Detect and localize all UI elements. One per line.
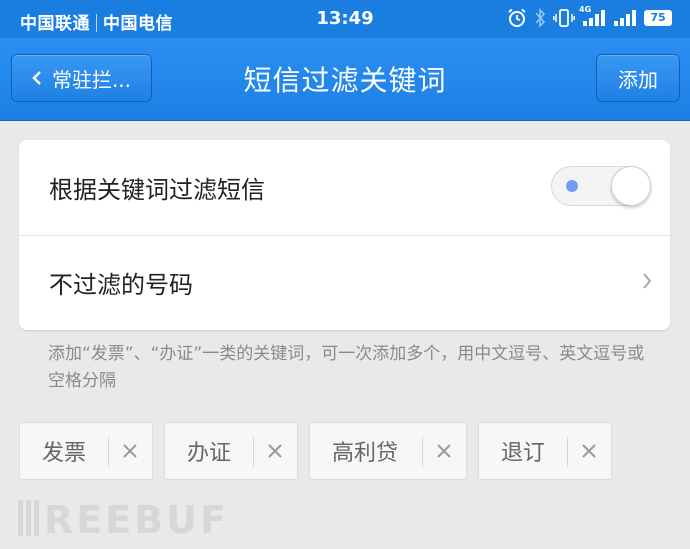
keyword-list: 发票 办证 高利贷 退订 [19,422,612,480]
keyword-hint-text: 添加“发票”、“办证”一类的关键词，可一次添加多个，用中文逗号、英文逗号或空格分… [48,344,645,391]
keyword-tag: 退订 [478,422,612,480]
toggle-indicator-dot [566,180,578,192]
close-icon[interactable] [267,443,283,459]
signal-icon [613,9,637,27]
keyword-tag-label: 办证 [187,441,232,466]
watermark-text: REEBUF [44,498,229,542]
nav-bar: 常驻拦... 短信过滤关键词 添加 [0,38,690,121]
add-button[interactable]: 添加 [596,54,680,102]
tag-divider [422,437,423,467]
status-bar: 中国联通 中国电信 13:49 4G 75 [0,0,690,38]
tag-divider [108,437,109,467]
status-icons: 4G 75 [507,5,672,28]
keyword-tag: 高利贷 [309,422,467,480]
close-icon[interactable] [122,443,138,459]
chevron-right-icon [642,272,652,294]
watermark: REEBUF [16,497,229,543]
keyword-tag-label: 高利贷 [332,441,399,466]
battery-icon: 75 [644,10,672,26]
tag-divider [567,437,568,467]
signal-icon: 4G [579,5,606,27]
keyword-tag: 办证 [164,422,298,480]
network-type-label: 4G [579,5,592,14]
alarm-icon [507,8,527,28]
settings-card: 根据关键词过滤短信 不过滤的号码 [19,140,670,330]
toggle-knob [611,166,651,206]
whitelist-label: 不过滤的号码 [49,271,193,299]
tag-divider [253,437,254,467]
keyword-filter-toggle[interactable] [551,166,651,206]
keyword-tag-label: 退订 [501,441,546,466]
keyword-filter-row: 根据关键词过滤短信 [19,140,670,236]
watermark-logo-icon [16,498,42,542]
page-title: 短信过滤关键词 [243,64,447,97]
keyword-tag: 发票 [19,422,153,480]
keyword-filter-label: 根据关键词过滤短信 [49,176,265,204]
whitelist-row[interactable]: 不过滤的号码 [19,235,670,330]
bluetooth-icon [534,8,546,28]
keyword-tag-label: 发票 [42,441,87,466]
close-icon[interactable] [436,443,452,459]
vibrate-icon [553,8,575,28]
close-icon[interactable] [581,443,597,459]
